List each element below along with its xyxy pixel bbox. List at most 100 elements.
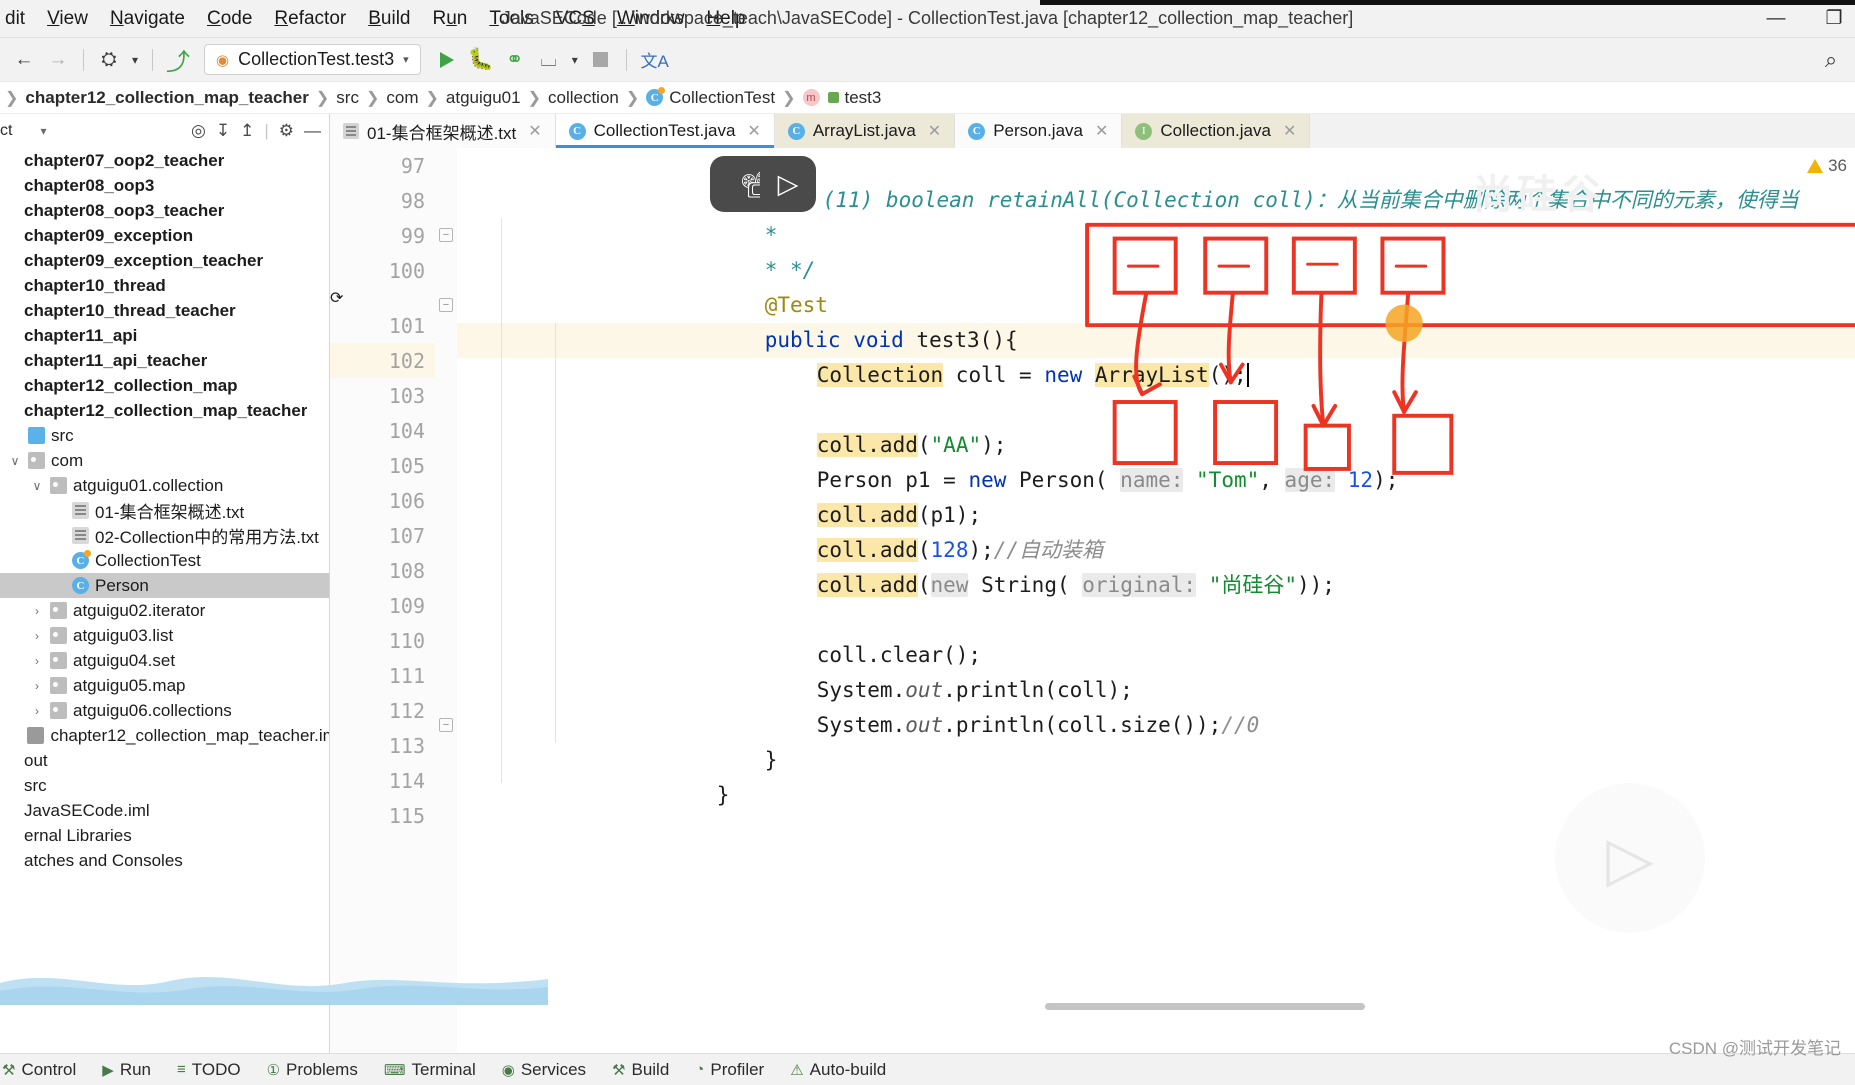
status-item-todo[interactable]: ≡ TODO	[177, 1060, 241, 1080]
tree-item-atguigu03-list[interactable]: › atguigu03.list	[0, 623, 329, 648]
chevron-right-icon[interactable]: ›	[30, 629, 44, 643]
breadcrumb-item-com[interactable]: com	[382, 88, 422, 108]
tree-item-chapter09-exception[interactable]: chapter09_exception	[0, 223, 329, 248]
line-number-100[interactable]: 100	[330, 253, 435, 288]
status-item-build[interactable]: ⚒ Build	[612, 1060, 669, 1080]
fold-toggle-101[interactable]: −	[439, 298, 453, 312]
profile-run-button[interactable]: ⌴	[533, 44, 565, 76]
code-folding-column[interactable]: − − −	[435, 148, 457, 1053]
breadcrumb-item-collectiontest[interactable]: C CollectionTest	[642, 87, 779, 108]
editor-tab-collection-java[interactable]: I Collection.java ✕	[1122, 114, 1311, 148]
chevron-down-icon[interactable]: ∨	[8, 454, 22, 468]
project-tree[interactable]: chapter07_oop2_teacher chapter08_oop3 chap…	[0, 148, 329, 1053]
tree-item-atguigu01-collection[interactable]: ∨ atguigu01.collection	[0, 473, 329, 498]
tree-item-ernal-libraries[interactable]: ernal Libraries	[0, 823, 329, 848]
line-number-113[interactable]: 113	[330, 728, 435, 763]
menu-item-build[interactable]: Build	[357, 4, 421, 34]
line-number-107[interactable]: 107	[330, 518, 435, 553]
build-icon[interactable]: ⤴	[162, 44, 194, 76]
line-number-98[interactable]: 98	[330, 183, 435, 218]
breadcrumb-item-chapter12-collection-map-teacher[interactable]: chapter12_collection_map_teacher	[21, 88, 312, 108]
menu-item-navigate[interactable]: Navigate	[99, 4, 196, 34]
horizontal-scrollbar[interactable]	[330, 1001, 1855, 1011]
tree-item-atguigu02-iterator[interactable]: › atguigu02.iterator	[0, 598, 329, 623]
status-bar[interactable]: ⚒ Control ▶ Run ≡ TODO ① Problems ⌨ Terminal ◉ Serv…	[0, 1053, 1855, 1085]
line-number-101[interactable]: 101	[330, 308, 435, 343]
chevron-down-icon[interactable]: ▾	[567, 44, 583, 76]
breadcrumb-item-atguigu01[interactable]: atguigu01	[442, 88, 525, 108]
inspection-warning-badge[interactable]: 36	[1807, 156, 1847, 176]
run-gutter-icon[interactable]: ⟳	[330, 290, 343, 307]
line-number-106[interactable]: 106	[330, 483, 435, 518]
tree-item-chapter09-exception-teacher[interactable]: chapter09_exception_teacher	[0, 248, 329, 273]
editor-tab-collectiontest-java[interactable]: C CollectionTest.java ✕	[555, 114, 775, 148]
breadcrumb-item-test3[interactable]: m test3	[799, 88, 886, 108]
tree-item-src[interactable]: src	[0, 423, 329, 448]
line-number-111[interactable]: 111	[330, 658, 435, 693]
tree-item-chapter08-oop3[interactable]: chapter08_oop3	[0, 173, 329, 198]
status-item-terminal[interactable]: ⌨ Terminal	[384, 1060, 476, 1080]
chevron-right-icon[interactable]: ›	[30, 679, 44, 693]
status-item-problems[interactable]: ① Problems	[267, 1060, 358, 1080]
tree-item-chapter07-oop2-teacher[interactable]: chapter07_oop2_teacher	[0, 148, 329, 173]
profile-icon[interactable]: ⛭	[93, 44, 125, 76]
tree-item-chapter10-thread-teacher[interactable]: chapter10_thread_teacher	[0, 298, 329, 323]
editor-tab-person-java[interactable]: C Person.java ✕	[955, 114, 1123, 148]
menu-item-refactor[interactable]: Refactor	[263, 4, 357, 34]
tree-item-01-txt[interactable]: 01-集合框架概述.txt	[0, 498, 329, 523]
minimize-button[interactable]: —	[1761, 6, 1791, 32]
tree-item-atches-and-consoles[interactable]: atches and Consoles	[0, 848, 329, 873]
line-number-114[interactable]: 114	[330, 763, 435, 798]
chevron-down-icon[interactable]: ▾	[16, 124, 46, 138]
line-number-103[interactable]: 103	[330, 378, 435, 413]
translate-icon[interactable]: 文A	[636, 44, 674, 76]
close-icon[interactable]: ✕	[1283, 121, 1296, 141]
line-number-110[interactable]: 110	[330, 623, 435, 658]
expand-all-icon[interactable]: ↧	[216, 121, 230, 141]
hide-icon[interactable]: —	[304, 121, 321, 141]
tree-item-out[interactable]: out	[0, 748, 329, 773]
tree-item-chapter12-collection-map[interactable]: chapter12_collection_map	[0, 373, 329, 398]
chevron-right-icon[interactable]: ›	[30, 704, 44, 718]
line-number-108[interactable]: 108	[330, 553, 435, 588]
tree-item-person[interactable]: C Person	[0, 573, 329, 598]
line-number-97[interactable]: 97	[330, 148, 435, 183]
run-with-coverage-button[interactable]: ⚭	[499, 44, 531, 76]
breadcrumb-item-src[interactable]: src	[332, 88, 363, 108]
close-icon[interactable]: ✕	[928, 121, 941, 141]
tree-item-atguigu06-collections[interactable]: › atguigu06.collections	[0, 698, 329, 723]
locate-icon[interactable]: ◎	[191, 121, 206, 141]
stop-button[interactable]	[585, 44, 617, 76]
editor-tab-bar[interactable]: 01-集合框架概述.txt ✕ C CollectionTest.java ✕ C Arra…	[330, 114, 1855, 148]
status-item-control[interactable]: ⚒ Control	[2, 1060, 76, 1080]
chevron-right-icon[interactable]: ›	[30, 654, 44, 668]
chevron-down-icon[interactable]: ∨	[30, 479, 44, 493]
close-icon[interactable]: ✕	[528, 121, 541, 141]
close-icon[interactable]: ✕	[747, 121, 760, 141]
menu-item-code[interactable]: Code	[196, 4, 263, 34]
menu-item-run[interactable]: Run	[421, 4, 478, 34]
search-icon[interactable]: ⌕	[1815, 44, 1847, 76]
line-number-102[interactable]: 102	[330, 343, 435, 378]
line-number-115[interactable]: 115	[330, 798, 435, 833]
chevron-right-icon[interactable]: ›	[30, 604, 44, 618]
run-configuration-selector[interactable]: ◉ CollectionTest.test3 ▾	[204, 44, 421, 75]
restore-button[interactable]: ❐	[1819, 6, 1849, 32]
fold-toggle-113[interactable]: −	[439, 718, 453, 732]
tree-item-chapter08-oop3-teacher[interactable]: chapter08_oop3_teacher	[0, 198, 329, 223]
tree-item-src[interactable]: src	[0, 773, 329, 798]
settings-gear-icon[interactable]: ⚙	[279, 121, 294, 141]
tree-item-chapter11-api[interactable]: chapter11_api	[0, 323, 329, 348]
editor-tab-arraylist-java[interactable]: C ArrayList.java ✕	[774, 114, 956, 148]
floating-record-button[interactable]: ▷	[760, 156, 816, 212]
line-number-105[interactable]: 105	[330, 448, 435, 483]
status-item-profiler[interactable]: ◔ Profiler	[695, 1060, 764, 1080]
tree-item-chapter10-thread[interactable]: chapter10_thread	[0, 273, 329, 298]
tree-item-com[interactable]: ∨ com	[0, 448, 329, 473]
tree-item-collectiontest[interactable]: C CollectionTest	[0, 548, 329, 573]
line-number-99[interactable]: 99	[330, 218, 435, 253]
breadcrumb-item-collection[interactable]: collection	[544, 88, 623, 108]
line-number-104[interactable]: 104	[330, 413, 435, 448]
menu-item-view[interactable]: View	[36, 4, 99, 34]
scrollbar-thumb[interactable]	[1045, 1003, 1365, 1010]
